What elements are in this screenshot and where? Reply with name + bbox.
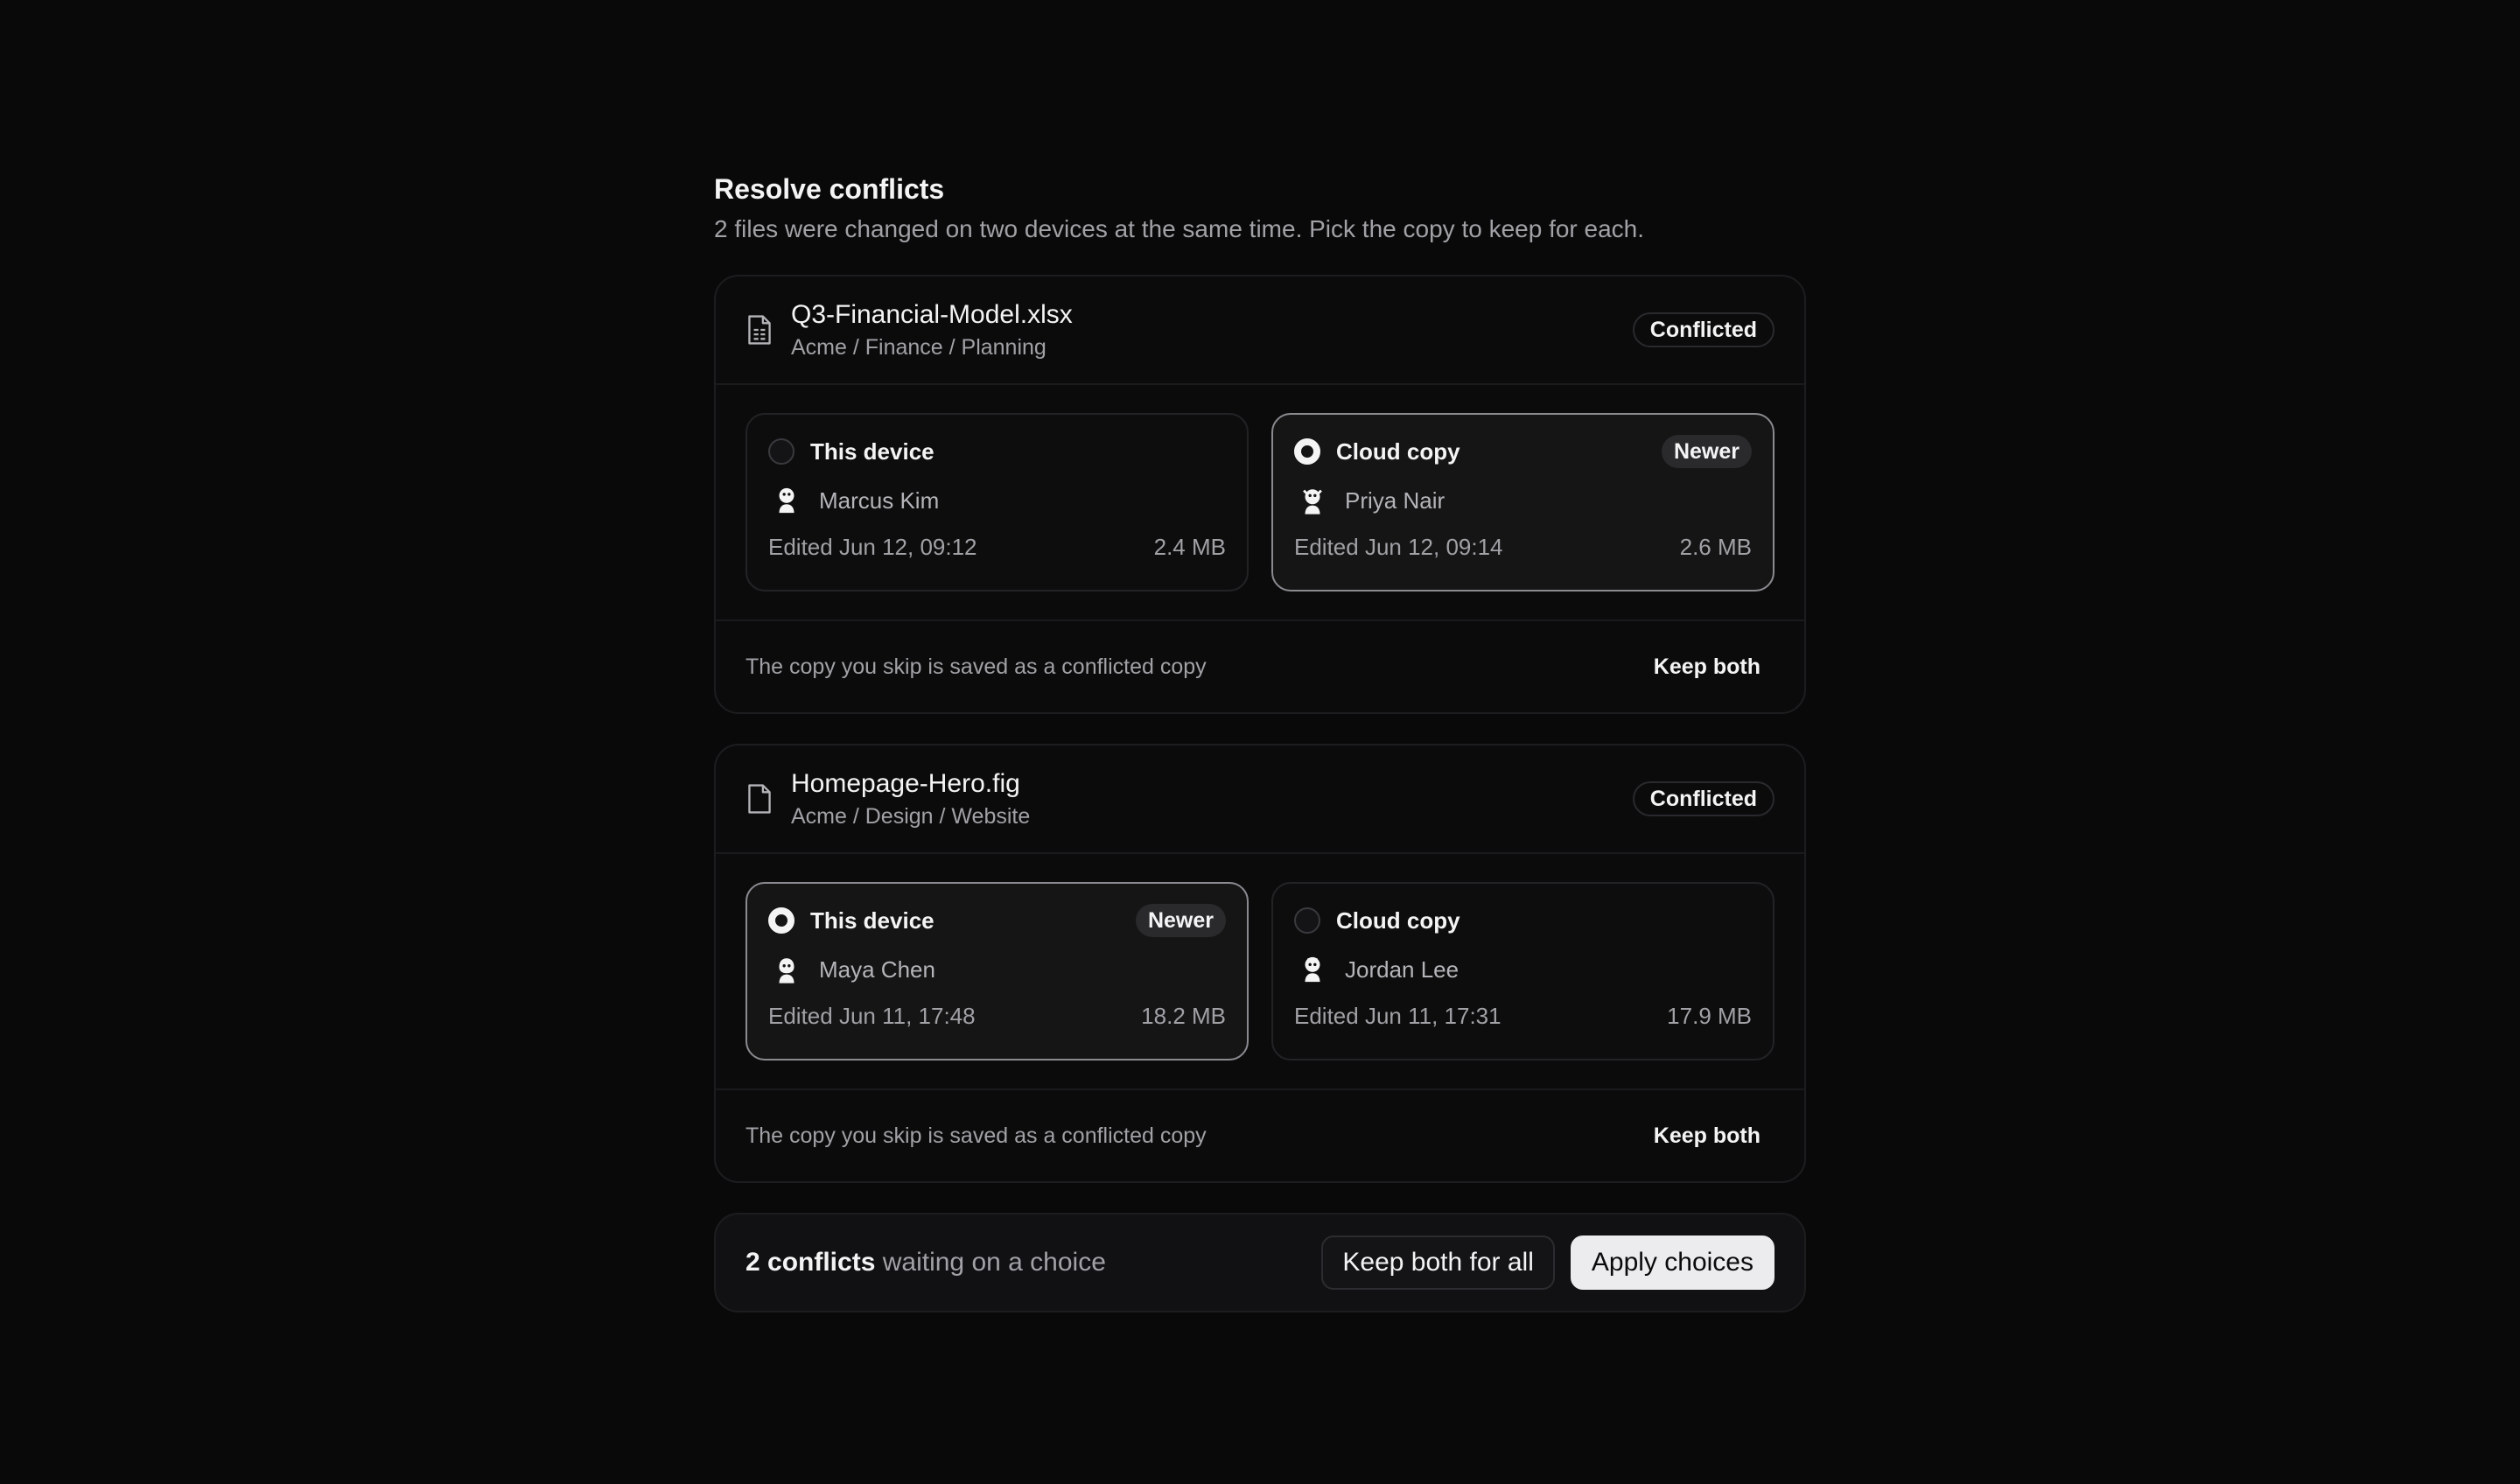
document-file-icon xyxy=(748,784,771,814)
option-label: Cloud copy xyxy=(1336,438,1460,465)
copy-options: This device Newer Maya Chen Edited Jun 1… xyxy=(716,854,1804,1090)
option-cloud-copy[interactable]: Cloud copy Jordan Lee Edited Jun 11, 17:… xyxy=(1271,882,1774,1060)
status-badge: Conflicted xyxy=(1632,312,1774,347)
summary-label: waiting on a choice xyxy=(882,1248,1106,1277)
file-path: Acme / Design / Website xyxy=(791,804,1031,829)
avatar-icon xyxy=(1303,489,1322,514)
radio-button-selected[interactable] xyxy=(1294,438,1320,465)
avatar-icon xyxy=(779,487,794,514)
copy-options: This device Marcus Kim Edited Jun 12, 09… xyxy=(716,385,1804,621)
edited-time: Edited Jun 12, 09:14 xyxy=(1294,534,1503,560)
file-name: Q3-Financial-Model.xlsx xyxy=(791,300,1073,329)
option-label: This device xyxy=(810,906,934,934)
option-this-device[interactable]: This device Marcus Kim Edited Jun 12, 09… xyxy=(746,413,1249,592)
file-name: Homepage-Hero.fig xyxy=(791,769,1020,798)
user-name: Maya Chen xyxy=(819,956,935,983)
radio-button[interactable] xyxy=(1294,907,1320,934)
edited-time: Edited Jun 12, 09:12 xyxy=(768,534,977,560)
summary-text: 2 conflicts waiting on a choice xyxy=(746,1248,1321,1278)
radio-button[interactable] xyxy=(768,438,794,465)
page-subtitle: 2 files were changed on two devices at t… xyxy=(714,215,1645,242)
apply-choices-button[interactable]: Apply choices xyxy=(1570,1236,1774,1290)
user-name: Jordan Lee xyxy=(1345,956,1460,983)
spreadsheet-file-icon xyxy=(748,315,771,345)
keep-both-button[interactable]: Keep both xyxy=(1640,646,1774,689)
file-size: 2.6 MB xyxy=(1679,534,1752,560)
conflict-note: The copy you skip is saved as a conflict… xyxy=(746,1123,1207,1148)
file-path: Acme / Finance / Planning xyxy=(791,335,1046,360)
conflict-card-header: Homepage-Hero.fig Acme / Design / Websit… xyxy=(716,746,1804,854)
keep-both-button[interactable]: Keep both xyxy=(1640,1115,1774,1158)
newer-badge: Newer xyxy=(1661,435,1752,468)
file-size: 2.4 MB xyxy=(1153,534,1226,560)
avatar-icon xyxy=(779,958,794,984)
keep-both-for-all-button[interactable]: Keep both for all xyxy=(1321,1236,1555,1290)
resolve-conflicts-panel: Resolve conflicts 2 files were changed o… xyxy=(714,172,1806,1312)
conflict-card-footer: The copy you skip is saved as a conflict… xyxy=(716,1090,1804,1181)
file-size: 18.2 MB xyxy=(1141,1003,1226,1029)
conflict-count: 2 conflicts xyxy=(746,1248,876,1277)
page-title: Resolve conflicts xyxy=(714,173,945,205)
newer-badge: Newer xyxy=(1135,904,1226,937)
user-name: Marcus Kim xyxy=(819,486,940,514)
edited-time: Edited Jun 11, 17:31 xyxy=(1294,1003,1502,1029)
file-size: 17.9 MB xyxy=(1667,1003,1752,1029)
option-cloud-copy[interactable]: Cloud copy Newer Priya Nair Edited Jun 1… xyxy=(1271,413,1774,592)
user-name: Priya Nair xyxy=(1345,486,1446,514)
avatar-icon xyxy=(1305,956,1320,983)
conflict-card-header: Q3-Financial-Model.xlsx Acme / Finance /… xyxy=(716,276,1804,385)
summary-bar: 2 conflicts waiting on a choice Keep bot… xyxy=(714,1213,1806,1312)
conflict-note: The copy you skip is saved as a conflict… xyxy=(746,654,1207,679)
conflict-card-footer: The copy you skip is saved as a conflict… xyxy=(716,621,1804,712)
option-label: Cloud copy xyxy=(1336,906,1460,934)
status-badge: Conflicted xyxy=(1632,781,1774,816)
radio-button-selected[interactable] xyxy=(768,907,794,934)
conflict-card: Q3-Financial-Model.xlsx Acme / Finance /… xyxy=(714,275,1806,714)
option-label: This device xyxy=(810,438,934,465)
conflict-card: Homepage-Hero.fig Acme / Design / Websit… xyxy=(714,744,1806,1183)
option-this-device[interactable]: This device Newer Maya Chen Edited Jun 1… xyxy=(746,882,1249,1060)
edited-time: Edited Jun 11, 17:48 xyxy=(768,1003,976,1029)
